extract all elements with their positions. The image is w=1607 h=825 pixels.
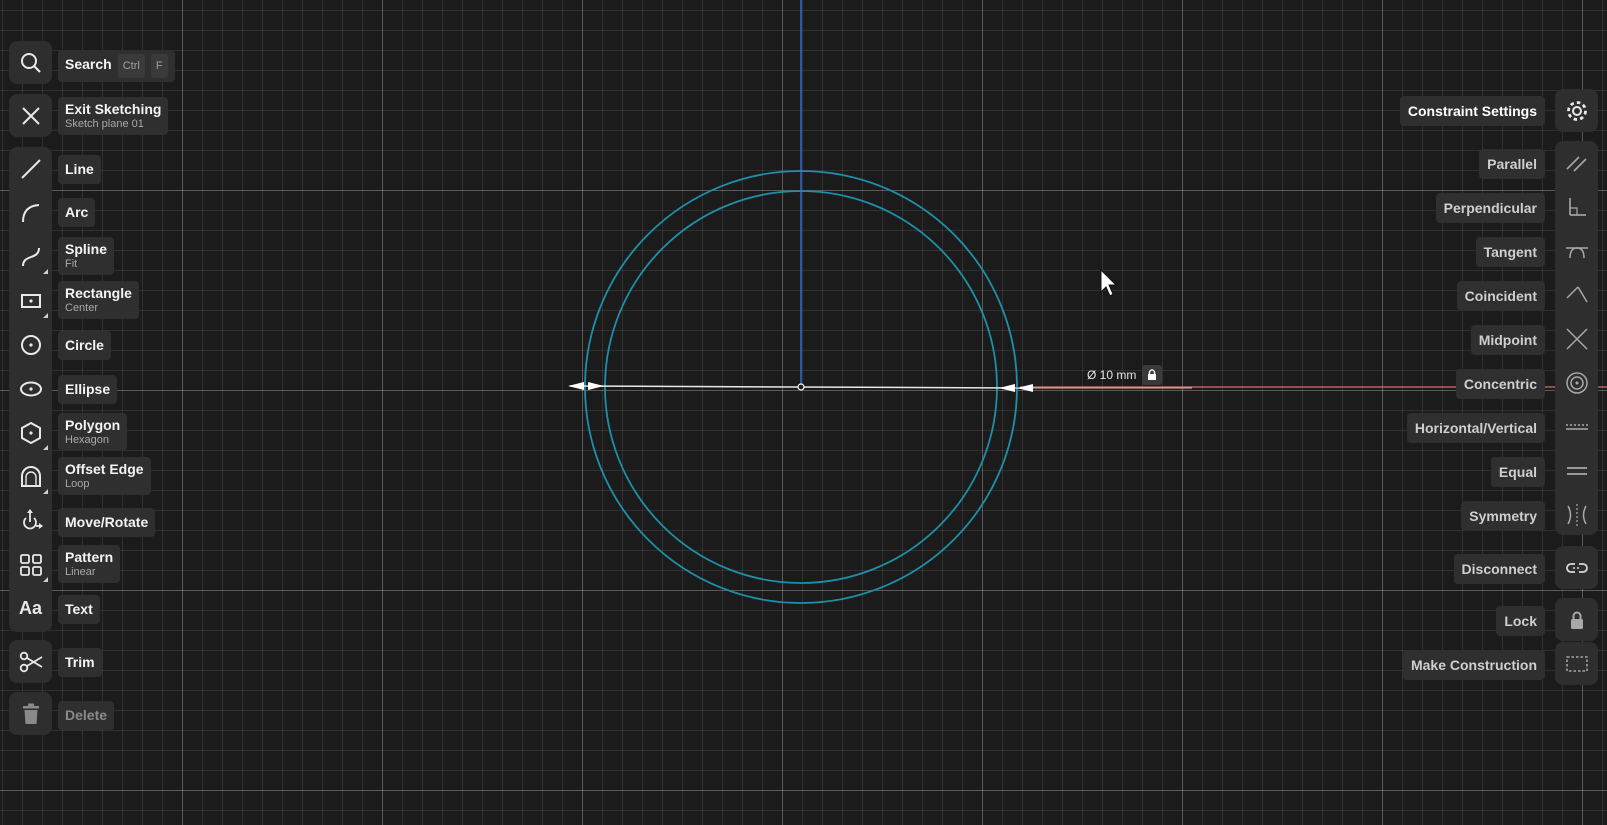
lock-icon: [1570, 611, 1583, 629]
coincident-button[interactable]: [1555, 273, 1598, 316]
concentric-label[interactable]: Concentric: [1455, 369, 1545, 399]
dimension-arrow-right-inner: [999, 384, 1015, 392]
disconnect-label[interactable]: Disconnect: [1453, 554, 1545, 584]
concentric-icon: [1565, 371, 1588, 394]
line-label[interactable]: Line: [58, 155, 101, 184]
trim-button[interactable]: [9, 640, 52, 683]
move-rotate-label[interactable]: Move/Rotate: [58, 508, 156, 537]
construction-icon: [1565, 655, 1588, 672]
equal-icon: [1566, 466, 1587, 475]
spline-label[interactable]: Spline Fit: [58, 237, 115, 275]
gear-icon: [1566, 100, 1587, 121]
pattern-label[interactable]: Pattern Linear: [58, 545, 121, 583]
move-rotate-button[interactable]: [9, 499, 52, 542]
pattern-icon: [19, 553, 42, 576]
text-icon: Aa: [18, 598, 42, 618]
symmetry-icon: [1566, 503, 1587, 526]
coincident-icon: [1565, 285, 1588, 302]
tangent-label[interactable]: Tangent: [1475, 237, 1545, 267]
horizontal-vertical-icon: [1565, 423, 1588, 430]
polygon-icon: [20, 421, 41, 444]
polygon-label[interactable]: Polygon Hexagon: [58, 413, 128, 451]
text-label[interactable]: Text: [58, 595, 100, 624]
tangent-icon: [1565, 246, 1588, 258]
arc-label[interactable]: Arc: [58, 198, 96, 227]
sketch-canvas[interactable]: [0, 0, 1607, 825]
search-label[interactable]: Search Ctrl F: [58, 50, 175, 82]
spline-button[interactable]: [9, 235, 52, 278]
exit-sketching-button[interactable]: [9, 94, 52, 137]
scissors-icon: [19, 651, 42, 672]
dimension-label[interactable]: Ø 10 mm: [1087, 364, 1163, 386]
symmetry-label[interactable]: Symmetry: [1461, 501, 1545, 531]
offset-edge-label[interactable]: Offset Edge Loop: [58, 457, 151, 495]
lock-icon[interactable]: [1142, 365, 1163, 385]
ellipse-button[interactable]: [9, 367, 52, 410]
symmetry-button[interactable]: [1555, 493, 1598, 536]
rectangle-button[interactable]: [9, 279, 52, 322]
dimension-arrow-right-outer: [1017, 384, 1033, 392]
perpendicular-button[interactable]: [1555, 185, 1598, 228]
horizontal-vertical-button[interactable]: [1555, 405, 1598, 448]
line-button[interactable]: [9, 147, 52, 190]
delete-label[interactable]: Delete: [58, 701, 115, 730]
dimension-arrow-left-outer: [568, 382, 584, 390]
midpoint-icon: [1565, 327, 1588, 350]
ellipse-label[interactable]: Ellipse: [58, 375, 118, 404]
parallel-label[interactable]: Parallel: [1479, 149, 1545, 179]
spline-icon: [21, 247, 40, 266]
line-icon: [20, 158, 41, 179]
search-button[interactable]: [9, 41, 52, 84]
coincident-label[interactable]: Coincident: [1456, 281, 1545, 311]
rectangle-label[interactable]: Rectangle Center: [58, 281, 139, 319]
exit-sketching-label[interactable]: Exit Sketching Sketch plane 01: [58, 97, 169, 135]
circle-label[interactable]: Circle: [58, 331, 111, 360]
rectangle-icon: [20, 293, 41, 308]
center-point[interactable]: [797, 383, 805, 391]
perpendicular-icon: [1568, 197, 1586, 216]
disconnect-icon: [1565, 562, 1588, 573]
text-button[interactable]: Aa: [9, 587, 52, 630]
lock-button[interactable]: [1555, 598, 1598, 641]
equal-button[interactable]: [1555, 449, 1598, 492]
arc-icon: [21, 203, 39, 222]
constraint-settings-button[interactable]: [1555, 89, 1598, 132]
lock-label[interactable]: Lock: [1496, 606, 1545, 636]
offset-edge-button[interactable]: [9, 455, 52, 498]
dimension-value[interactable]: Ø 10 mm: [1087, 368, 1136, 382]
mouse-cursor-icon: [1100, 268, 1118, 297]
parallel-icon: [1565, 155, 1587, 172]
arc-button[interactable]: [9, 191, 52, 234]
midpoint-label[interactable]: Midpoint: [1470, 325, 1545, 355]
dimension-arrow-left-inner: [588, 382, 604, 390]
search-icon: [20, 52, 41, 73]
parallel-button[interactable]: [1555, 141, 1598, 184]
polygon-button[interactable]: [9, 411, 52, 454]
midpoint-button[interactable]: [1555, 317, 1598, 360]
delete-button[interactable]: [9, 692, 52, 735]
circle-icon: [20, 334, 41, 355]
move-rotate-icon: [22, 508, 43, 529]
close-icon: [21, 106, 40, 125]
perpendicular-label[interactable]: Perpendicular: [1435, 193, 1545, 223]
offset-edge-icon: [20, 465, 41, 487]
circle-button[interactable]: [9, 323, 52, 366]
trash-icon: [22, 703, 39, 724]
ellipse-icon: [19, 381, 42, 396]
pattern-button[interactable]: [9, 543, 52, 586]
horizontal-vertical-label[interactable]: Horizontal/Vertical: [1406, 413, 1545, 443]
equal-label[interactable]: Equal: [1490, 457, 1545, 487]
tangent-button[interactable]: [1555, 229, 1598, 272]
make-construction-button[interactable]: [1555, 642, 1598, 685]
trim-label[interactable]: Trim: [58, 648, 102, 677]
concentric-button[interactable]: [1555, 361, 1598, 404]
disconnect-button[interactable]: [1555, 546, 1598, 589]
make-construction-label[interactable]: Make Construction: [1402, 650, 1545, 680]
constraint-settings-label[interactable]: Constraint Settings: [1399, 96, 1545, 126]
